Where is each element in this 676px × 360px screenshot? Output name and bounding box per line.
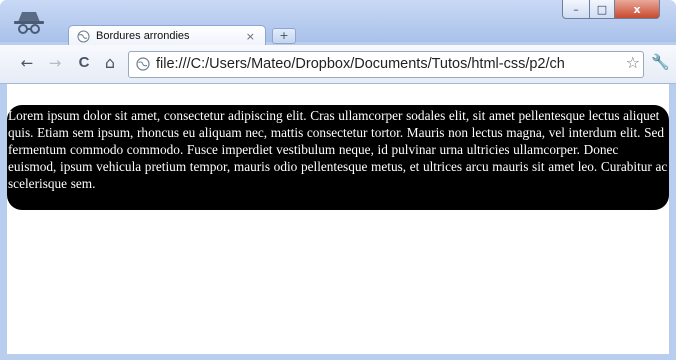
incognito-icon	[14, 12, 44, 34]
close-window-button[interactable]: x	[615, 0, 660, 19]
bookmark-star-icon[interactable]: ☆	[623, 53, 640, 73]
home-button[interactable]: ⌂	[101, 54, 119, 72]
tab-bordures-arrondies[interactable]: Bordures arrondies ×	[68, 25, 266, 46]
tab-close-icon[interactable]: ×	[246, 30, 255, 43]
new-tab-button[interactable]: +	[272, 28, 296, 44]
reload-button[interactable]: C	[75, 54, 93, 72]
wrench-menu-icon[interactable]: 🔧	[651, 53, 670, 71]
rounded-border-box: Lorem ipsum dolor sit amet, consectetur …	[7, 105, 669, 210]
maximize-button[interactable]: □	[590, 0, 615, 19]
back-button[interactable]: ←	[18, 54, 36, 72]
url-text: file:///C:/Users/Mateo/Dropbox/Documents…	[156, 56, 565, 72]
forward-button[interactable]: →	[46, 54, 64, 72]
page-favicon-icon	[77, 30, 90, 42]
title-bar: Bordures arrondies × + – □ x	[0, 0, 676, 46]
address-bar[interactable]: file:///C:/Users/Mateo/Dropbox/Documents…	[128, 51, 644, 78]
browser-toolbar: ← → C ⌂ file:///C:/Users/Mateo/Dropbox/D…	[0, 45, 676, 84]
globe-icon	[136, 57, 150, 71]
window-controls: – □ x	[562, 0, 668, 20]
minimize-button[interactable]: –	[562, 0, 590, 19]
lorem-paragraph: Lorem ipsum dolor sit amet, consectetur …	[8, 108, 668, 191]
tab-title: Bordures arrondies	[96, 30, 190, 42]
